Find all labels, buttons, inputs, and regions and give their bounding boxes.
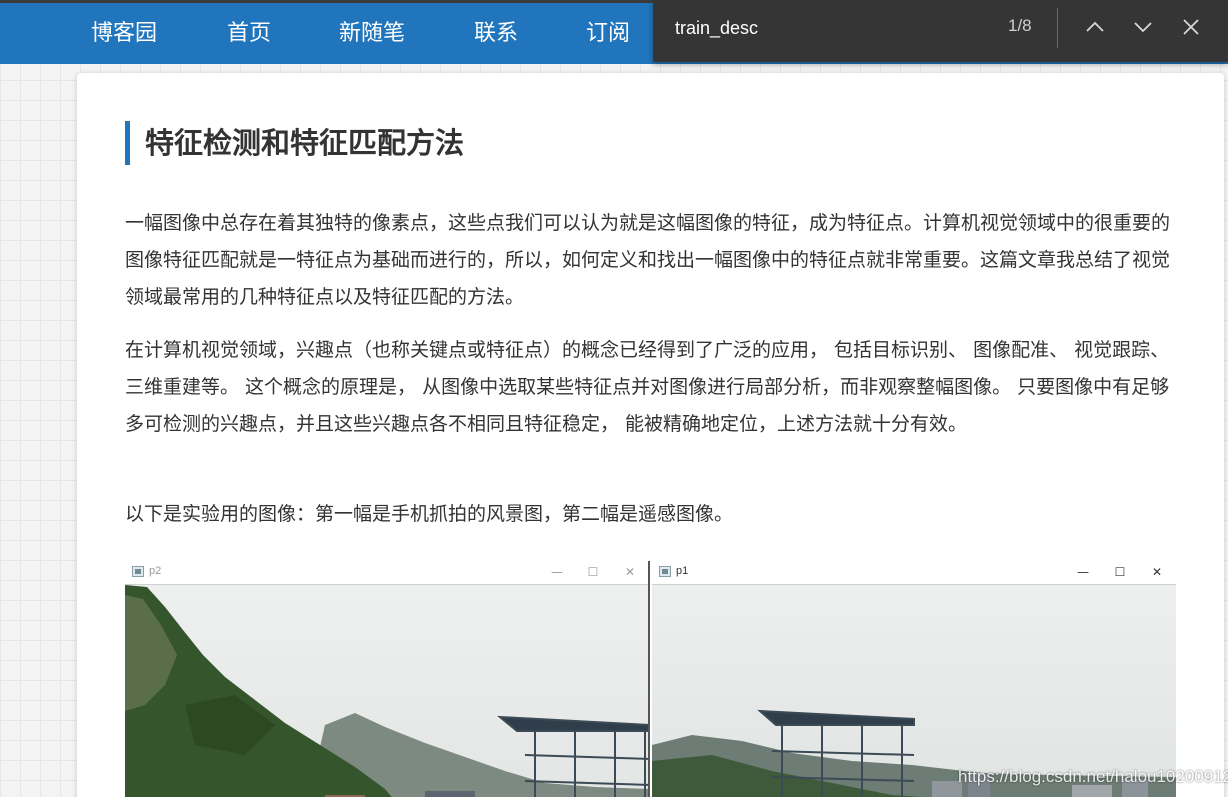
window-minimize-button: — <box>551 565 563 579</box>
nav-brand-link[interactable]: 博客园 <box>91 17 157 51</box>
screenshot-window-p2: p2 — ☐ ✕ <box>125 561 650 797</box>
post-paragraph: 一幅图像中总存在着其独特的像素点，这些点我们可以认为就是这幅图像的特征，成为特征… <box>125 212 1171 308</box>
window-maximize-button: ☐ <box>1114 565 1126 579</box>
window-app-icon <box>132 566 144 577</box>
find-separator <box>1057 8 1058 48</box>
post-paragraph: 以下是实验用的图像：第一幅是手机抓拍的风景图，第二幅是遥感图像。 <box>125 503 734 525</box>
window-close-button: ✕ <box>1151 565 1163 579</box>
window-maximize-button: ☐ <box>587 565 599 579</box>
find-next-button[interactable] <box>1126 12 1160 42</box>
window-titlebar: p1 — ☐ ✕ <box>652 561 1176 585</box>
chevron-down-icon <box>1134 22 1152 33</box>
landscape-photo <box>652 585 1176 797</box>
landscape-photo <box>125 585 648 797</box>
window-titlebar: p2 — ☐ ✕ <box>125 561 648 585</box>
nav-item-subscribe[interactable]: 订阅 <box>586 17 630 51</box>
image-watermark: https://blog.csdn.net/halou10200912 <box>958 767 1228 786</box>
find-close-button[interactable] <box>1174 12 1208 42</box>
close-icon <box>1183 19 1199 35</box>
window-minimize-button: — <box>1077 565 1089 579</box>
find-in-page-bar: 1/8 <box>653 0 1228 62</box>
find-previous-button[interactable] <box>1078 12 1112 42</box>
post-paragraph: 在计算机视觉领域，兴趣点（也称关键点或特征点）的概念已经得到了广泛的应用， 包括… <box>125 339 1170 435</box>
post-card: 特征检测和特征匹配方法 一幅图像中总存在着其独特的像素点，这些点我们可以认为就是… <box>77 73 1224 797</box>
window-close-button: ✕ <box>624 565 636 579</box>
window-title: p2 <box>149 565 162 577</box>
chevron-up-icon <box>1086 21 1104 32</box>
post-title[interactable]: 特征检测和特征匹配方法 <box>125 121 464 165</box>
window-title: p1 <box>676 565 689 577</box>
nav-item-new-post[interactable]: 新随笔 <box>339 17 405 51</box>
nav-item-home[interactable]: 首页 <box>227 17 271 51</box>
find-input[interactable] <box>675 14 975 42</box>
window-app-icon <box>659 566 671 577</box>
find-match-count: 1/8 <box>1008 16 1032 35</box>
nav-item-contact[interactable]: 联系 <box>474 17 518 51</box>
screenshot-window-p1: p1 — ☐ ✕ <box>652 561 1176 797</box>
